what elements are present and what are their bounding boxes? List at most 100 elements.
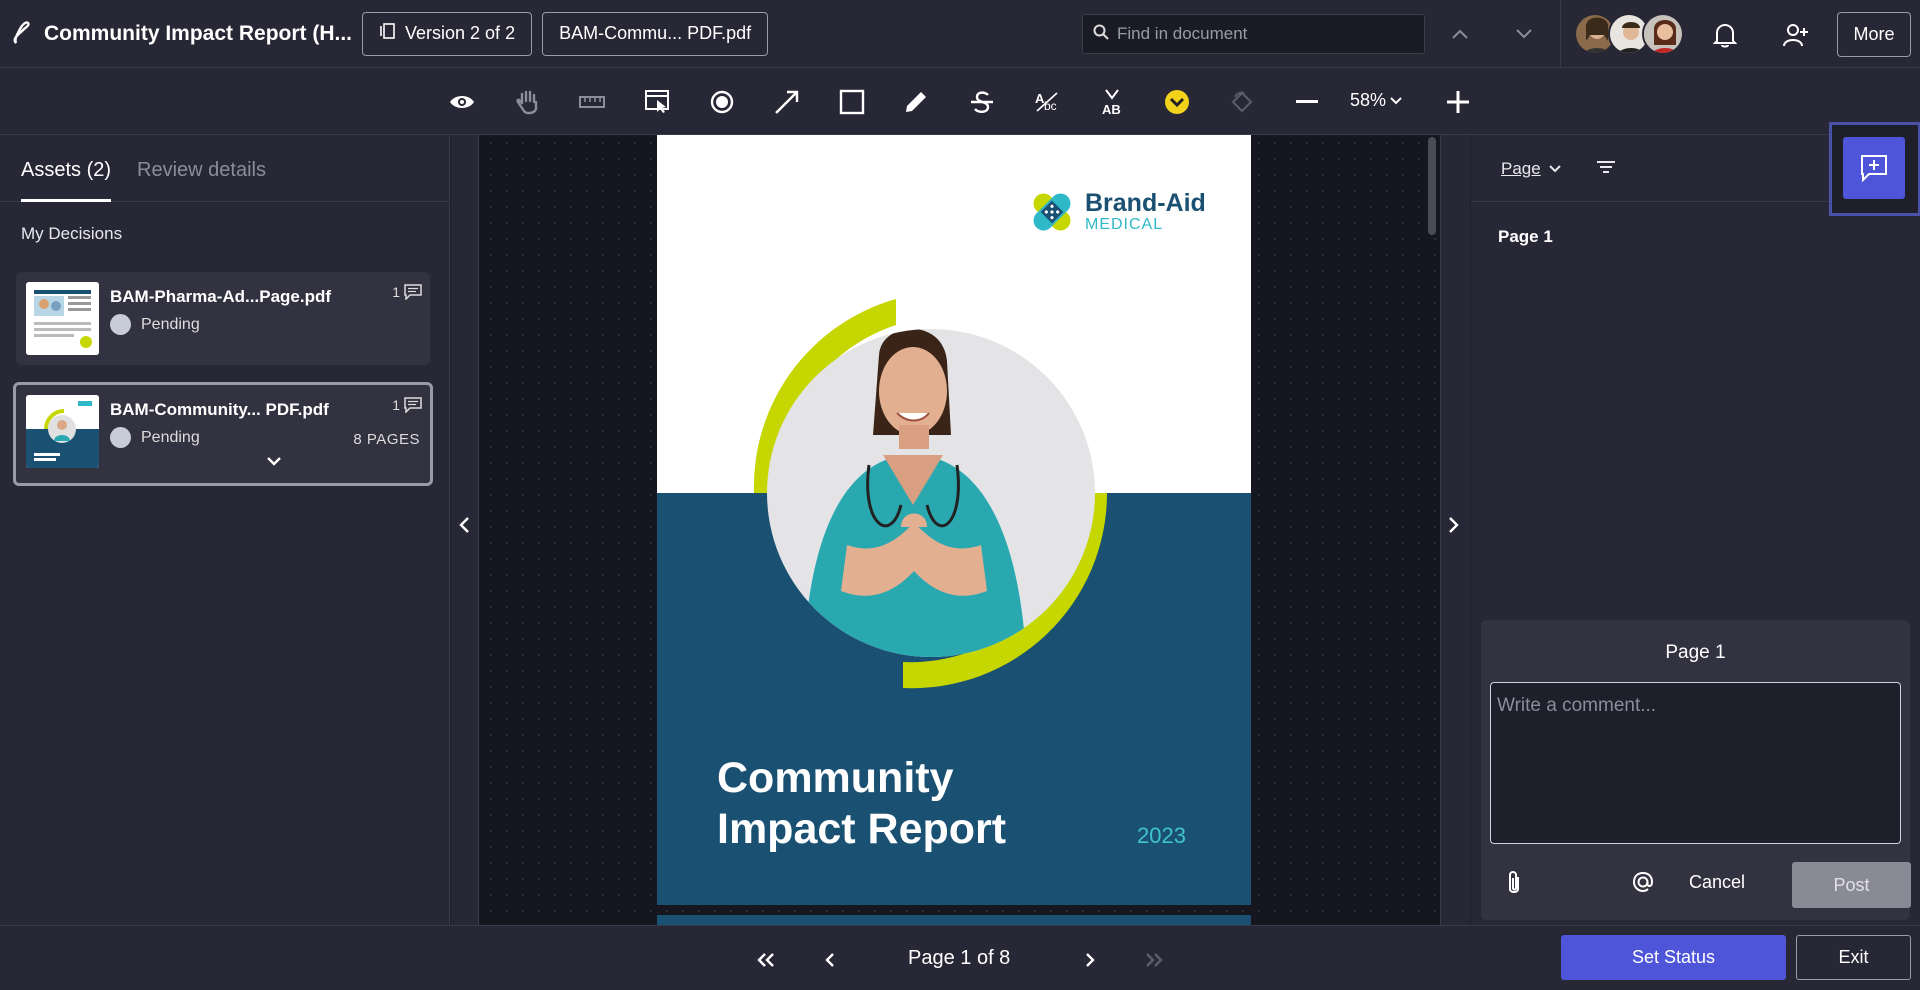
circle-icon bbox=[710, 90, 734, 114]
attach-button[interactable] bbox=[1505, 870, 1523, 901]
brand-subtitle: MEDICAL bbox=[1085, 215, 1164, 233]
strikethrough-icon bbox=[971, 91, 993, 113]
search-box[interactable] bbox=[1082, 14, 1425, 54]
more-button[interactable]: More bbox=[1837, 12, 1911, 57]
collaborator-avatars[interactable] bbox=[1574, 13, 1684, 55]
chevron-right-icon bbox=[1086, 953, 1095, 967]
cover-year: 2023 bbox=[1137, 823, 1186, 848]
comment-box-title: Page 1 bbox=[1665, 642, 1726, 663]
brand-logo: Brand-Aid MEDICAL bbox=[1027, 187, 1206, 237]
bell-icon bbox=[1713, 23, 1737, 48]
avatar[interactable] bbox=[1642, 13, 1684, 55]
file-label: BAM-Commu... PDF.pdf bbox=[559, 23, 752, 43]
first-page-button[interactable] bbox=[752, 946, 780, 974]
insert-text-icon: AB bbox=[1102, 89, 1121, 116]
rectangle-tool[interactable] bbox=[834, 84, 870, 120]
pan-tool[interactable] bbox=[510, 84, 546, 120]
post-button[interactable]: Post bbox=[1792, 862, 1911, 908]
cancel-button[interactable]: Cancel bbox=[1689, 872, 1745, 893]
pencil-icon bbox=[906, 92, 926, 112]
asset-thumbnail bbox=[26, 395, 99, 468]
filter-icon bbox=[1597, 161, 1615, 173]
add-comment-button[interactable] bbox=[1843, 137, 1905, 199]
asset-item[interactable]: BAM-Pharma-Ad...Page.pdf Pending 1 bbox=[16, 272, 430, 365]
rotate-tool[interactable] bbox=[1224, 84, 1260, 120]
paperclip-icon bbox=[1509, 871, 1519, 893]
document-title: Community Impact Report (H... bbox=[44, 21, 353, 45]
approve-tool[interactable] bbox=[1159, 84, 1195, 120]
double-chevron-right-icon bbox=[1146, 953, 1163, 967]
status-dot-icon bbox=[110, 427, 131, 448]
set-status-button[interactable]: Set Status bbox=[1561, 935, 1786, 980]
strikethrough-tool[interactable] bbox=[964, 84, 1000, 120]
collapse-right-panel-button[interactable] bbox=[1440, 135, 1470, 925]
comment-count: 1 bbox=[392, 284, 422, 300]
zoom-in-button[interactable] bbox=[1440, 84, 1476, 120]
invite-user-button[interactable] bbox=[1780, 20, 1812, 50]
zoom-level: 58% bbox=[1350, 90, 1387, 110]
file-button[interactable]: BAM-Commu... PDF.pdf bbox=[542, 11, 769, 56]
comments-panel: Page Page 1 Page 1 Cancel Post bbox=[1471, 135, 1920, 925]
chevron-left-icon bbox=[455, 515, 473, 540]
panel-tabs: Assets (2) Review details bbox=[0, 135, 449, 202]
version-label: Version 2 of 2 bbox=[405, 23, 516, 43]
expand-button[interactable] bbox=[266, 453, 282, 471]
asset-status: Pending bbox=[110, 427, 200, 448]
asset-name: BAM-Pharma-Ad...Page.pdf bbox=[110, 287, 332, 306]
cover-title-line: Impact Report bbox=[717, 805, 1007, 853]
view-tool[interactable] bbox=[444, 84, 480, 120]
collapse-left-panel-button[interactable] bbox=[451, 135, 479, 925]
add-comment-icon bbox=[1861, 155, 1887, 182]
section-title: My Decisions bbox=[21, 224, 123, 243]
exit-button[interactable]: Exit bbox=[1796, 935, 1911, 980]
next-page-edge bbox=[657, 915, 1251, 925]
status-label: Pending bbox=[141, 428, 200, 446]
arrow-tool[interactable] bbox=[769, 84, 805, 120]
filter-button[interactable] bbox=[1596, 159, 1616, 180]
bottom-bar: Page 1 of 8 Set Status Exit bbox=[0, 925, 1920, 990]
minus-icon bbox=[1296, 100, 1318, 103]
comment-input[interactable] bbox=[1490, 682, 1901, 844]
zoom-out-button[interactable] bbox=[1289, 84, 1325, 120]
last-page-button[interactable] bbox=[1140, 946, 1168, 974]
zoom-dropdown[interactable]: 58% bbox=[1350, 90, 1402, 111]
rectangle-icon bbox=[839, 89, 865, 115]
comment-count-value: 1 bbox=[392, 284, 400, 300]
search-input[interactable] bbox=[1117, 24, 1407, 44]
tab-assets[interactable]: Assets (2) bbox=[21, 135, 112, 202]
version-button[interactable]: Version 2 of 2 bbox=[362, 11, 533, 56]
tab-review-details[interactable]: Review details bbox=[137, 135, 266, 202]
scrollbar[interactable] bbox=[1428, 137, 1436, 235]
search-prev-button[interactable] bbox=[1446, 20, 1474, 48]
page-filter-dropdown[interactable]: Page bbox=[1501, 159, 1561, 179]
select-area-tool[interactable] bbox=[640, 84, 676, 120]
previous-page-button[interactable] bbox=[816, 946, 844, 974]
next-page-button[interactable] bbox=[1076, 946, 1104, 974]
search-next-button[interactable] bbox=[1510, 20, 1538, 48]
brand-name: Brand-Aid bbox=[1085, 188, 1206, 217]
pencil-tool[interactable] bbox=[898, 84, 934, 120]
document-page[interactable]: Brand-Aid MEDICAL Community Impact Repor… bbox=[657, 135, 1251, 905]
chevron-down-icon bbox=[267, 457, 281, 466]
circle-tool[interactable] bbox=[704, 84, 740, 120]
replace-text-tool[interactable]: Abc bbox=[1029, 84, 1065, 120]
bandage-icon bbox=[1033, 193, 1071, 231]
svg-text:bc: bc bbox=[1044, 99, 1057, 113]
asset-status: Pending bbox=[110, 314, 200, 335]
plus-icon bbox=[1447, 91, 1469, 113]
measure-tool[interactable] bbox=[574, 84, 610, 120]
hand-icon bbox=[516, 90, 538, 115]
notifications-button[interactable] bbox=[1710, 20, 1740, 50]
versions-icon bbox=[379, 22, 397, 45]
chevron-down-icon bbox=[1390, 96, 1402, 104]
chevron-down-icon bbox=[1548, 165, 1561, 173]
comment-icon bbox=[404, 397, 422, 413]
app-logo-icon[interactable] bbox=[0, 0, 44, 68]
replace-text-icon: Abc bbox=[1035, 91, 1058, 113]
asset-item[interactable]: BAM-Community... PDF.pdf Pending 1 8 PAG… bbox=[13, 382, 433, 486]
add-user-icon bbox=[1783, 24, 1808, 47]
comment-count-value: 1 bbox=[392, 397, 400, 413]
mention-button[interactable] bbox=[1631, 870, 1655, 899]
insert-text-tool[interactable]: AB bbox=[1094, 84, 1130, 120]
chevron-right-icon bbox=[1445, 515, 1463, 540]
